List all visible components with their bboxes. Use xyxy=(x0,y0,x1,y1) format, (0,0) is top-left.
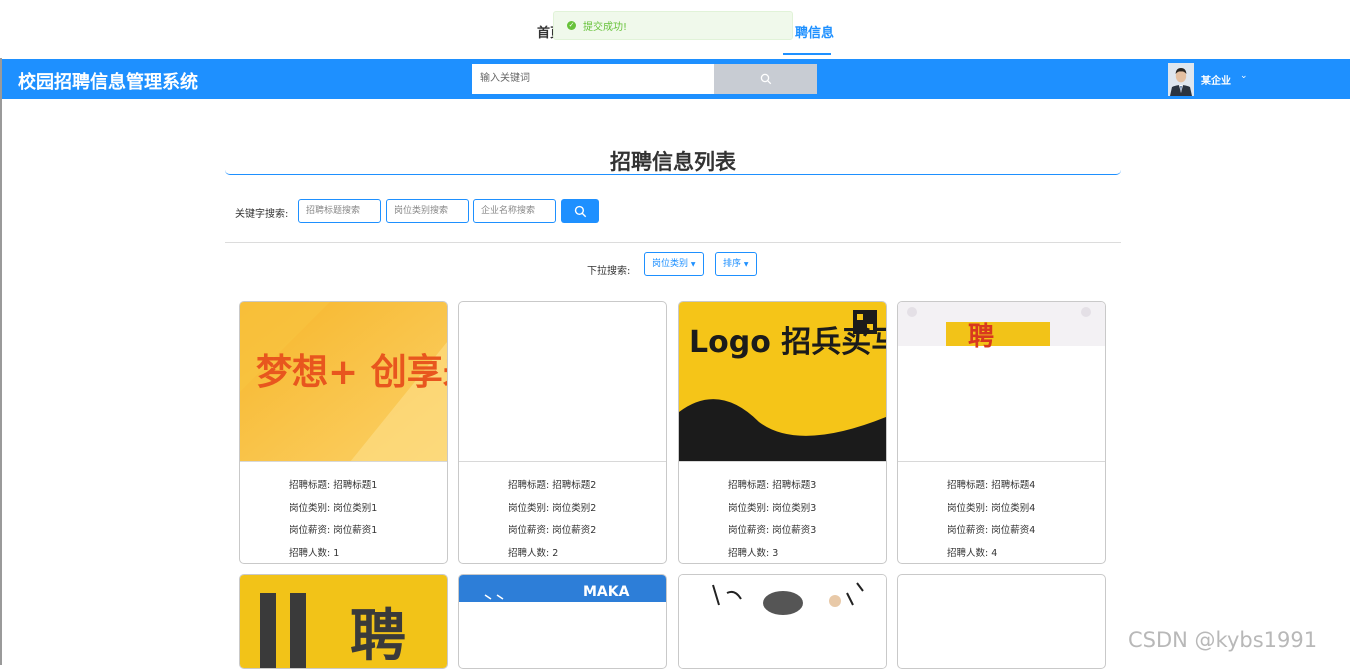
search-icon xyxy=(760,73,771,85)
job-card[interactable]: 招聘标题: 招聘标题2 岗位类别: 岗位类别2 岗位薪资: 岗位薪资2 招聘人数… xyxy=(458,301,667,564)
sort-dropdown[interactable]: 排序 ▼ xyxy=(715,252,757,276)
dropdown-search-label: 下拉搜索: xyxy=(587,266,631,277)
search-icon xyxy=(574,205,586,217)
app-title: 校园招聘信息管理系统 xyxy=(18,72,198,93)
job-title: 招聘标题: 招聘标题1 xyxy=(289,480,378,491)
sort-dropdown-label: 排序 xyxy=(723,259,742,269)
card-image-text: 梦想+ 创享未来 取胜有师 xyxy=(256,352,447,393)
job-card-image xyxy=(679,575,886,668)
card-separator xyxy=(459,461,666,462)
job-card-image: MAKA xyxy=(459,575,666,602)
watermark: CSDN @kybs1991 xyxy=(1128,628,1318,652)
job-card[interactable]: Logo 招兵买马 招聘 JOIN US 招聘标题: 招聘标题3 岗位类别: 岗… xyxy=(678,301,887,564)
job-title: 招聘标题: 招聘标题2 xyxy=(508,480,597,491)
title-search-input[interactable]: 招聘标题搜索 xyxy=(298,199,381,223)
job-card[interactable] xyxy=(897,574,1106,669)
job-title: 招聘标题: 招聘标题4 xyxy=(947,480,1036,491)
nav-item-recruitment-info[interactable]: 聘信息 xyxy=(795,22,834,41)
card-image-text: Logo 招兵买马 招聘 JOIN US xyxy=(689,325,886,360)
header-bar: 校园招聘信息管理系统 输入关键词 某企业 ⌄ xyxy=(2,59,1350,99)
job-card[interactable]: 梦想+ 创享未来 取胜有师 招聘标题: 招聘标题1 岗位类别: 岗位类别1 岗位… xyxy=(239,301,448,564)
job-category: 岗位类别: 岗位类别2 xyxy=(508,502,597,514)
job-category: 岗位类别: 岗位类别3 xyxy=(728,502,817,514)
card-separator xyxy=(240,461,447,462)
nav-active-underline xyxy=(783,53,831,55)
job-card-info: 招聘标题: 招聘标题3 岗位类别: 岗位类别3 岗位薪资: 岗位薪资3 招聘人数… xyxy=(728,475,817,563)
job-salary: 岗位薪资: 岗位薪资1 xyxy=(289,525,378,536)
job-headcount: 招聘人数: 1 xyxy=(289,547,340,559)
window-border xyxy=(0,0,2,665)
top-nav: 首页 聘信息 ✓ 提交成功! xyxy=(0,0,1350,58)
job-headcount: 招聘人数: 4 xyxy=(947,547,998,559)
job-card[interactable]: 聘 xyxy=(239,574,448,669)
card-image-text: MAKA xyxy=(583,584,630,600)
category-dropdown[interactable]: 岗位类别 ▼ xyxy=(644,252,704,276)
card-separator xyxy=(679,461,886,462)
chevron-down-icon[interactable]: ⌄ xyxy=(1240,71,1248,81)
job-salary: 岗位薪资: 岗位薪资3 xyxy=(728,525,817,536)
keyword-search-button[interactable] xyxy=(561,199,599,223)
success-toast: ✓ 提交成功! xyxy=(553,11,793,40)
card-image-text: 聘 xyxy=(968,322,994,352)
filter-divider xyxy=(225,242,1121,243)
job-card-image: 梦想+ 创享未来 取胜有师 xyxy=(240,302,447,462)
check-circle-icon: ✓ xyxy=(567,21,576,30)
job-category: 岗位类别: 岗位类别1 xyxy=(289,502,378,514)
job-salary: 岗位薪资: 岗位薪资2 xyxy=(508,525,597,536)
search-button[interactable] xyxy=(714,64,817,94)
username[interactable]: 某企业 xyxy=(1201,72,1231,87)
job-card-image: Logo 招兵买马 招聘 JOIN US xyxy=(679,302,886,462)
job-category: 岗位类别: 岗位类别4 xyxy=(947,502,1036,514)
job-card-info: 招聘标题: 招聘标题1 岗位类别: 岗位类别1 岗位薪资: 岗位薪资1 招聘人数… xyxy=(289,475,378,563)
toast-message: 提交成功! xyxy=(583,22,628,33)
title-underline xyxy=(225,170,1121,175)
category-search-input[interactable]: 岗位类别搜索 xyxy=(386,199,469,223)
caret-down-icon: ▼ xyxy=(690,261,696,268)
category-dropdown-label: 岗位类别 xyxy=(652,259,689,269)
job-title: 招聘标题: 招聘标题3 xyxy=(728,480,817,491)
job-card[interactable]: 聘 招聘标题: 招聘标题4 岗位类别: 岗位类别4 岗位薪资: 岗位薪资4 招聘… xyxy=(897,301,1106,564)
caret-down-icon: ▼ xyxy=(743,261,749,268)
company-search-input[interactable]: 企业名称搜索 xyxy=(473,199,556,223)
job-card[interactable]: MAKA xyxy=(458,574,667,669)
job-salary: 岗位薪资: 岗位薪资4 xyxy=(947,525,1036,536)
job-card-image xyxy=(459,302,666,462)
job-headcount: 招聘人数: 2 xyxy=(508,547,559,559)
keyword-search-label: 关键字搜索: xyxy=(235,209,289,220)
job-headcount: 招聘人数: 3 xyxy=(728,547,779,559)
job-card-image: 聘 xyxy=(240,575,447,669)
job-card-info: 招聘标题: 招聘标题4 岗位类别: 岗位类别4 岗位薪资: 岗位薪资4 招聘人数… xyxy=(947,475,1036,563)
job-card-info: 招聘标题: 招聘标题2 岗位类别: 岗位类别2 岗位薪资: 岗位薪资2 招聘人数… xyxy=(508,475,597,563)
search-input[interactable]: 输入关键词 xyxy=(472,64,714,94)
job-card-image: 聘 xyxy=(898,302,1105,462)
card-image-text: 聘 xyxy=(350,604,406,669)
avatar[interactable] xyxy=(1168,63,1194,96)
card-separator xyxy=(898,461,1105,462)
job-card[interactable] xyxy=(678,574,887,669)
